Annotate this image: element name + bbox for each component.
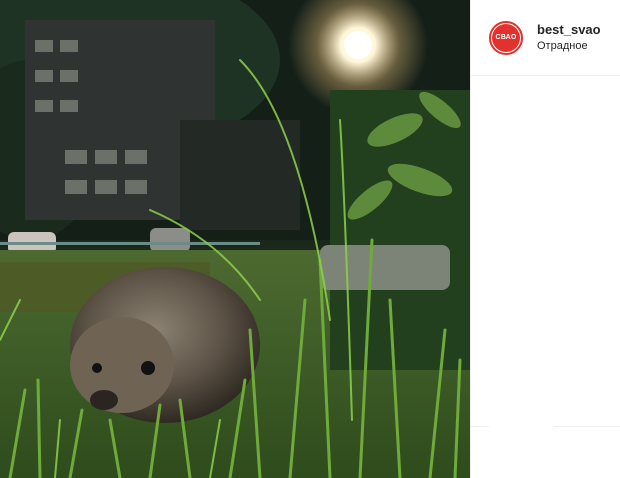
avatar-logo: СВАО (492, 23, 520, 52)
instagram-post: СВАО best_svao Отрадное (0, 0, 620, 478)
post-sidebar: СВАО best_svao Отрадное (470, 0, 620, 478)
divider (471, 426, 620, 427)
post-photo[interactable] (0, 0, 470, 478)
post-meta: best_svao Отрадное (537, 21, 601, 53)
post-header: СВАО best_svao Отрадное (471, 0, 620, 76)
location-link[interactable]: Отрадное (537, 39, 601, 54)
username-link[interactable]: best_svao (537, 21, 601, 39)
avatar[interactable]: СВАО (489, 20, 523, 55)
hedgehog-night-photo (0, 0, 470, 478)
